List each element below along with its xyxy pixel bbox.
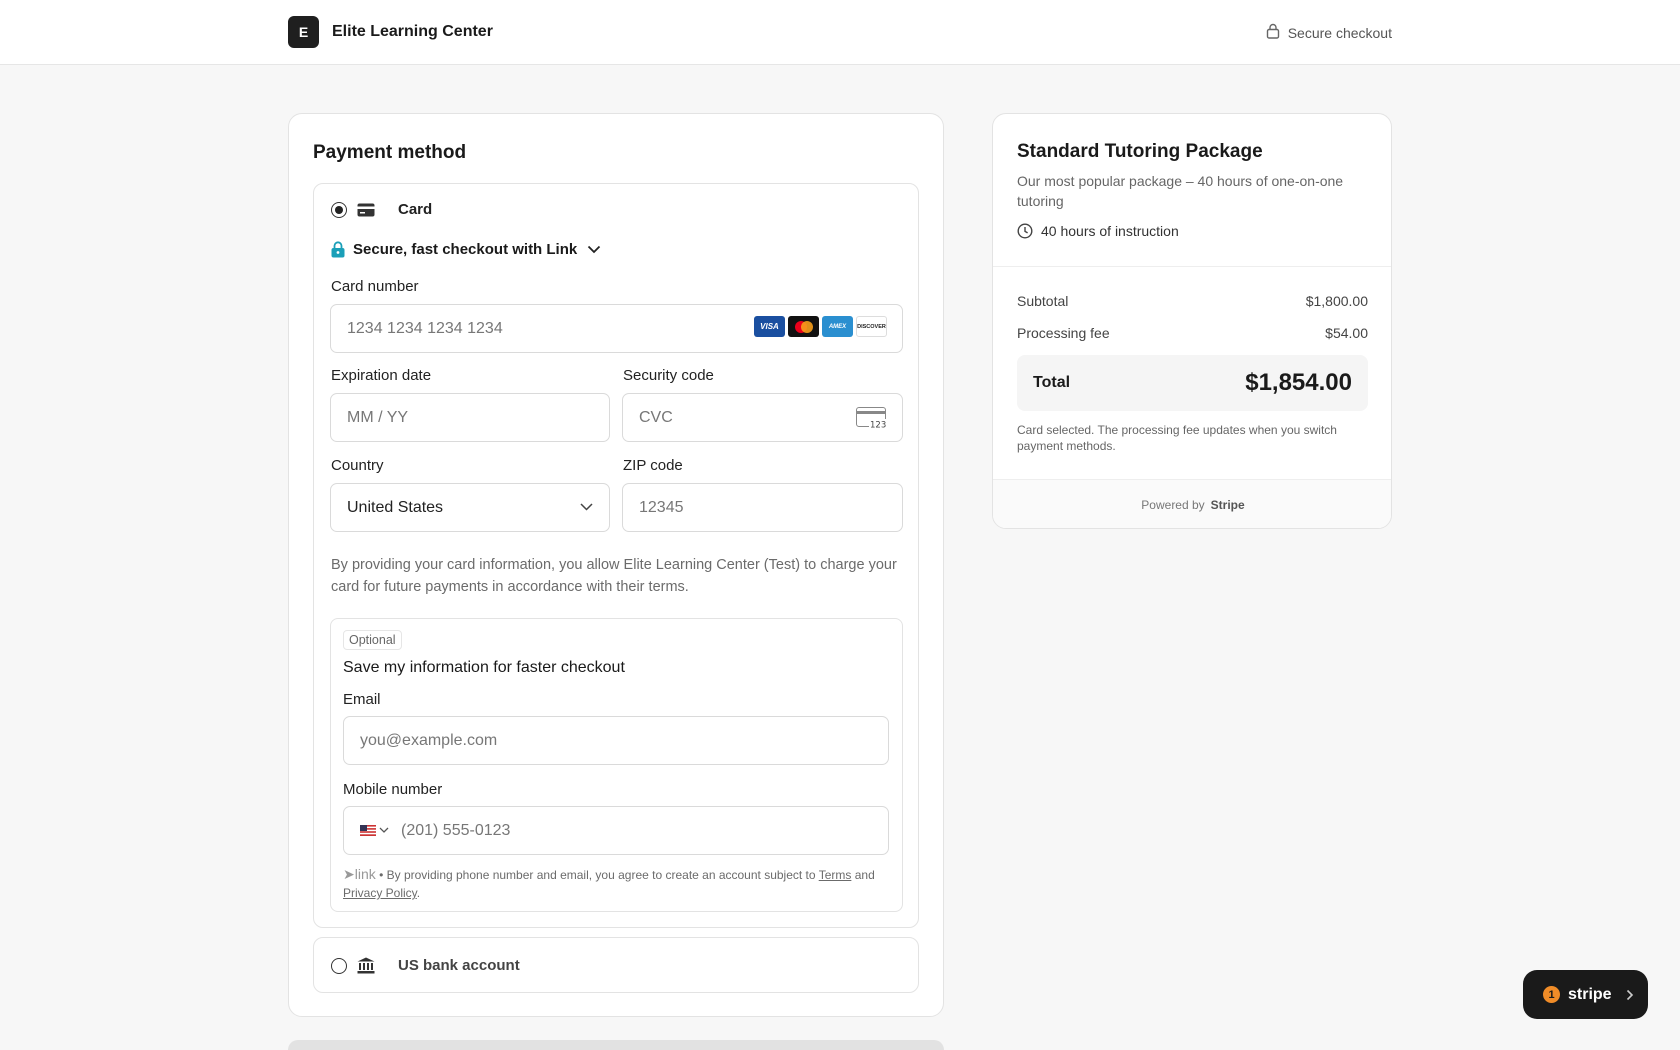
subtotal-row: Subtotal $1,800.00	[1017, 293, 1368, 309]
mobile-label: Mobile number	[343, 781, 443, 798]
optional-badge: Optional	[343, 630, 402, 650]
cvc-card-icon: 123	[856, 407, 886, 429]
total-label: Total	[1033, 374, 1071, 391]
card-brands: VISA AMEX DISCOVER	[754, 316, 887, 337]
link-fine-print-text: • By providing phone number and email, y…	[379, 868, 816, 882]
brand-logo: E	[288, 16, 319, 48]
bank-radio[interactable]	[331, 957, 347, 974]
pay-button-edge[interactable]	[288, 1040, 944, 1050]
order-summary: Standard Tutoring Package Our most popul…	[992, 113, 1392, 529]
link-checkout-label: Secure, fast checkout with Link	[353, 241, 578, 258]
brand[interactable]: E Elite Learning Center	[288, 16, 493, 48]
visa-icon: VISA	[754, 316, 785, 337]
subtotal-value: $1,800.00	[1305, 293, 1368, 309]
summary-divider	[993, 266, 1391, 267]
hours-row: 40 hours of instruction	[1017, 223, 1179, 239]
package-description: Our most popular package – 40 hours of o…	[1017, 173, 1344, 209]
bank-option-label: US bank account	[398, 957, 520, 974]
link-logo-icon: ➤link	[343, 866, 376, 882]
fee-row: Processing fee $54.00	[1017, 325, 1368, 341]
stripe-logo: stripe	[1568, 985, 1612, 1003]
cvc-placeholder: CVC	[639, 408, 673, 426]
country-value: United States	[347, 498, 444, 516]
lock-icon	[1266, 23, 1280, 42]
link-fine-print: ➤link • By providing phone number and em…	[343, 865, 888, 902]
period-text: .	[416, 886, 421, 900]
country-label: Country	[331, 457, 384, 474]
amex-icon: AMEX	[822, 316, 853, 337]
link-logo-text: link	[354, 866, 376, 882]
save-info-box: Optional Save my information for faster …	[330, 618, 903, 912]
secure-checkout: Secure checkout	[1266, 23, 1392, 42]
badge-count: 1	[1543, 986, 1560, 1003]
package-title: Standard Tutoring Package	[1017, 141, 1263, 162]
chevron-down-icon	[587, 245, 601, 254]
and-text: and	[854, 868, 875, 882]
payment-method-title: Payment method	[313, 142, 467, 163]
powered-by-label: Powered by	[1141, 498, 1205, 512]
zip-input[interactable]: 12345	[622, 483, 903, 532]
card-number-label: Card number	[331, 278, 419, 295]
mastercard-icon	[788, 316, 819, 337]
discover-icon: DISCOVER	[856, 316, 887, 337]
card-option[interactable]: Card Secure, fast checkout with Link Car…	[313, 183, 919, 928]
hours-label: 40 hours of instruction	[1041, 223, 1179, 239]
total-value: $1,854.00	[1245, 369, 1352, 396]
chevron-down-icon	[580, 503, 593, 511]
link-lock-icon	[331, 241, 345, 258]
card-number-placeholder: 1234 1234 1234 1234	[347, 319, 503, 337]
svg-text:123: 123	[870, 421, 886, 430]
powered-by-footer: Powered by Stripe	[993, 479, 1391, 528]
payment-method-panel: Payment method Card Secure, fast checkou…	[288, 113, 944, 1017]
cvc-input[interactable]: CVC 123	[622, 393, 903, 442]
zip-label: ZIP code	[623, 457, 683, 474]
chevron-right-icon	[1626, 989, 1634, 1001]
bank-icon	[357, 957, 375, 974]
total-row: Total $1,854.00	[1017, 355, 1368, 411]
fee-label: Processing fee	[1017, 325, 1110, 341]
privacy-policy-link[interactable]: Privacy Policy	[343, 886, 417, 900]
clock-icon	[1017, 223, 1033, 239]
bank-option[interactable]: US bank account	[313, 937, 919, 993]
subtotal-label: Subtotal	[1017, 293, 1069, 309]
mobile-input[interactable]: (201) 555-0123	[343, 806, 889, 855]
save-info-title: Save my information for faster checkout	[343, 659, 625, 676]
country-select[interactable]: United States	[330, 483, 610, 532]
fee-value: $54.00	[1325, 325, 1368, 341]
mobile-placeholder: (201) 555-0123	[401, 821, 511, 839]
link-checkout-toggle[interactable]: Secure, fast checkout with Link	[331, 241, 601, 258]
top-bar: E Elite Learning Center Secure checkout	[0, 0, 1680, 65]
fee-note: Card selected. The processing fee update…	[1017, 423, 1337, 453]
card-terms-text: By providing your card information, you …	[331, 557, 897, 595]
email-label: Email	[343, 691, 381, 708]
secure-checkout-label: Secure checkout	[1287, 24, 1392, 41]
stripe-link[interactable]: Stripe	[1211, 498, 1245, 512]
card-number-input[interactable]: 1234 1234 1234 1234 VISA AMEX DISCOVER	[330, 304, 903, 353]
credit-card-icon	[357, 203, 375, 217]
card-option-label: Card	[398, 201, 433, 218]
security-code-label: Security code	[623, 367, 714, 384]
email-input[interactable]: you@example.com	[343, 716, 889, 765]
us-flag-icon[interactable]	[360, 825, 389, 836]
stripe-badge[interactable]: 1 stripe	[1523, 970, 1648, 1019]
expiration-label: Expiration date	[331, 367, 432, 384]
expiration-input[interactable]: MM / YY	[330, 393, 610, 442]
terms-link[interactable]: Terms	[819, 868, 852, 882]
card-radio[interactable]	[331, 201, 347, 218]
brand-name: Elite Learning Center	[332, 23, 493, 40]
